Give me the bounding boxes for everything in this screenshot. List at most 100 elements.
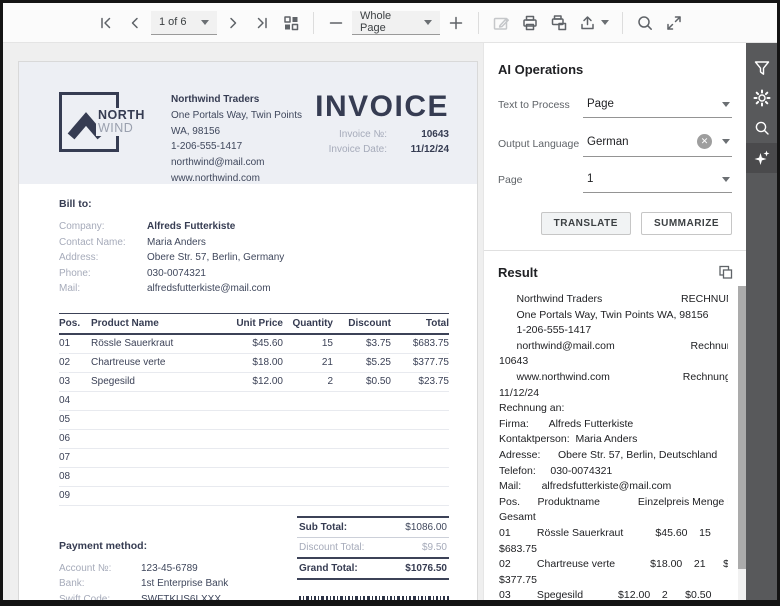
- chevron-down-icon: [201, 20, 209, 25]
- invoice-title-block: INVOICE Invoice №:10643 Invoice Date:11/…: [315, 90, 449, 184]
- invoice-date: 11/12/24: [387, 144, 449, 155]
- northwind-logo: NORTH WIND: [59, 92, 119, 152]
- zoom-out-button[interactable]: [323, 10, 349, 36]
- ai-operations-panel: AI Operations Text to Process Page Outpu…: [483, 43, 746, 600]
- annotate-button: [488, 10, 514, 36]
- settings-button[interactable]: [746, 83, 777, 113]
- print-button[interactable]: [517, 10, 543, 36]
- payment-label: Bank:: [59, 576, 141, 592]
- cell-total: $683.75: [391, 338, 449, 349]
- zoom-in-icon: [447, 14, 465, 32]
- fullscreen-button[interactable]: [661, 10, 687, 36]
- export-button[interactable]: [575, 10, 613, 36]
- result-line: $377.75: [499, 573, 728, 589]
- first-page-button[interactable]: [93, 10, 119, 36]
- page-number-select[interactable]: 1 of 6: [151, 11, 217, 35]
- clear-language-button[interactable]: ✕: [697, 134, 712, 149]
- summarize-button[interactable]: SUMMARIZE: [641, 212, 732, 235]
- invoice-items-table: Pos. Product Name Unit Price Quantity Di…: [59, 313, 449, 506]
- chevron-down-icon: [722, 177, 730, 182]
- bill-to-value: 030-0074321: [147, 266, 206, 282]
- payment-value: 123-45-6789: [141, 561, 198, 577]
- search-icon: [636, 14, 654, 32]
- print-icon: [521, 14, 539, 32]
- previous-page-icon: [126, 14, 144, 32]
- result-line: Mail: alfredsfutterkiste@mail.com: [499, 479, 728, 495]
- barcode: [297, 596, 449, 601]
- payment-value: 1st Enterprise Bank: [141, 576, 228, 592]
- result-scrollbar-thumb[interactable]: [738, 286, 746, 569]
- payment-method-block: Payment method: Account №: 123-45-6789 B…: [59, 516, 285, 601]
- top-toolbar: 1 of 6 Whole Page: [3, 3, 777, 43]
- company-address: One Portals Way, Twin Points WA, 98156: [171, 108, 315, 140]
- bill-to-row: Company: Alfreds Futterkiste: [59, 219, 449, 235]
- page-select[interactable]: 1: [583, 169, 732, 193]
- result-line: Telefon: 030-0074321: [499, 464, 728, 480]
- bill-to-label: Company:: [59, 219, 147, 235]
- invoice-title: INVOICE: [315, 90, 449, 125]
- copy-icon[interactable]: [717, 264, 734, 281]
- result-line: Pos. Produktname Einzelpreis Menge Rabat…: [499, 495, 728, 511]
- table-row: 06: [59, 430, 449, 449]
- result-line: 1-206-555-1417: [499, 323, 728, 339]
- bill-to-heading: Bill to:: [59, 198, 449, 210]
- text-to-process-value: Page: [587, 98, 722, 110]
- ai-operations-button[interactable]: [746, 143, 777, 173]
- header-pos: Pos.: [59, 318, 91, 329]
- text-to-process-select[interactable]: Page: [583, 94, 732, 118]
- cell-pos: 09: [59, 490, 91, 501]
- result-line: www.northwind.com Rechnungsdatum:: [499, 370, 728, 386]
- text-to-process-label: Text to Process: [498, 99, 583, 118]
- print-all-button[interactable]: [546, 10, 572, 36]
- toolbar-separator: [622, 12, 623, 34]
- translate-button[interactable]: TRANSLATE: [541, 212, 631, 235]
- bill-to-label: Address:: [59, 250, 147, 266]
- bill-to-section: Bill to: Company: Alfreds Futterkiste Co…: [59, 198, 449, 297]
- header-unit-price: Unit Price: [221, 318, 283, 329]
- zoom-in-button[interactable]: [443, 10, 469, 36]
- zoom-mode-value: Whole Page: [360, 10, 410, 34]
- search-button[interactable]: [632, 10, 658, 36]
- cell-quantity: 15: [283, 338, 333, 349]
- payment-value: SWFTKUS6LXXX: [141, 592, 221, 601]
- next-page-button[interactable]: [220, 10, 246, 36]
- invoice-page: NORTH WIND Northwind Traders One Portals…: [18, 61, 478, 600]
- payment-label: Swift Code:: [59, 592, 141, 601]
- annotate-icon: [492, 14, 510, 32]
- result-line: northwind@mail.com Rechnungs-Nr.:: [499, 339, 728, 355]
- table-row: 07: [59, 449, 449, 468]
- bill-to-label: Contact Name:: [59, 235, 147, 251]
- cell-discount: $5.25: [333, 357, 391, 368]
- cell-pos: 08: [59, 471, 91, 482]
- subtotal-row: Sub Total: $1086.00: [297, 516, 449, 537]
- cell-pos: 01: [59, 338, 91, 349]
- previous-page-button[interactable]: [122, 10, 148, 36]
- bill-to-value: Maria Anders: [147, 235, 206, 251]
- table-row: 02 Chartreuse verte $18.00 21 $5.25 $377…: [59, 354, 449, 373]
- print-all-icon: [550, 14, 568, 32]
- filter-button[interactable]: [746, 53, 777, 83]
- page-thumbnails-icon: [282, 14, 300, 32]
- company-name: Northwind Traders: [171, 92, 315, 108]
- payment-row: Swift Code: SWFTKUS6LXXX: [59, 592, 285, 601]
- payment-row: Account №: 123-45-6789: [59, 561, 285, 577]
- output-language-select[interactable]: German ✕: [583, 130, 732, 157]
- filter-icon: [753, 59, 771, 77]
- panel-search-button[interactable]: [746, 113, 777, 143]
- zoom-mode-select[interactable]: Whole Page: [352, 11, 440, 35]
- last-page-button[interactable]: [249, 10, 275, 36]
- result-title: Result: [498, 265, 538, 280]
- table-row: 01 Rössle Sauerkraut $45.60 15 $3.75 $68…: [59, 335, 449, 354]
- export-icon: [579, 14, 597, 32]
- next-page-icon: [224, 14, 242, 32]
- discount-total-label: Discount Total:: [299, 542, 364, 553]
- cell-unit-price: $12.00: [221, 376, 283, 387]
- result-line: 01 Rössle Sauerkraut $45.60 15 $3.75: [499, 526, 728, 542]
- page-label: Page: [498, 174, 583, 193]
- invoice-header: NORTH WIND Northwind Traders One Portals…: [19, 62, 477, 184]
- page-thumbnails-button[interactable]: [278, 10, 304, 36]
- grand-total-label: Grand Total:: [299, 563, 358, 574]
- cell-pos: 06: [59, 433, 91, 444]
- bill-to-row: Mail: alfredsfutterkiste@mail.com: [59, 281, 449, 297]
- chevron-down-icon: [722, 102, 730, 107]
